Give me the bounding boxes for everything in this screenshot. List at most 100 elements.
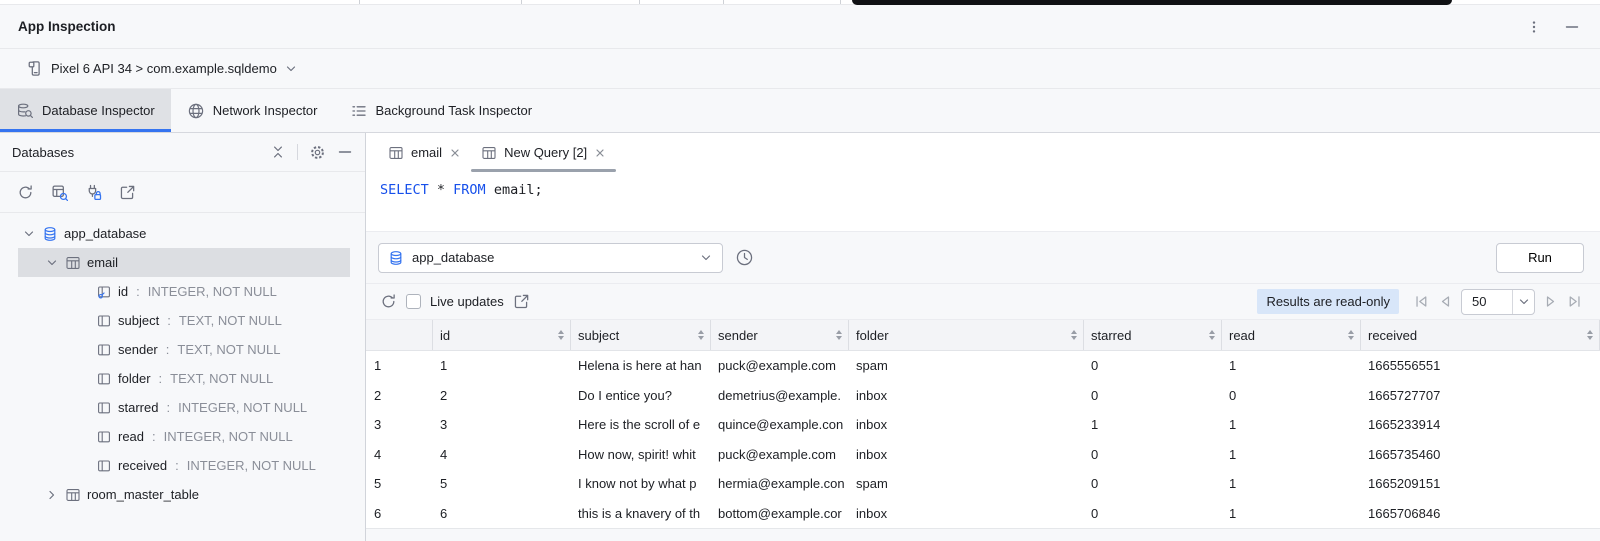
cell-subject[interactable]: Here is the scroll of e <box>571 417 711 432</box>
cell-folder[interactable]: inbox <box>849 417 1084 432</box>
tab-email-table[interactable]: email <box>378 133 471 172</box>
table-row[interactable]: 4 4 How now, spirit! whit puck@example.c… <box>366 440 1600 470</box>
cell-sender[interactable]: quince@example.con <box>711 417 849 432</box>
chevron-down-icon[interactable] <box>22 227 36 241</box>
cell-read[interactable]: 1 <box>1222 476 1361 491</box>
sort-icon[interactable] <box>836 330 842 340</box>
page-size-dropdown[interactable]: 50 <box>1461 289 1535 315</box>
table-search-icon[interactable] <box>51 184 68 201</box>
tree-node-column[interactable]: id : INTEGER, NOT NULL <box>0 277 365 306</box>
column-header-sender[interactable]: sender <box>711 320 849 350</box>
horizontal-scrollbar[interactable] <box>366 528 1600 541</box>
sort-icon[interactable] <box>558 330 564 340</box>
run-button[interactable]: Run <box>1496 243 1584 273</box>
cell-starred[interactable]: 0 <box>1084 388 1222 403</box>
cell-received[interactable]: 1665727707 <box>1361 388 1600 403</box>
cell-received[interactable]: 1665556551 <box>1361 358 1600 373</box>
sort-icon[interactable] <box>698 330 704 340</box>
tree-node-column[interactable]: subject : TEXT, NOT NULL <box>0 306 365 335</box>
refresh-icon[interactable] <box>17 184 34 201</box>
device-process-selector[interactable]: Pixel 6 API 34 > com.example.sqldemo <box>0 49 1600 89</box>
tab-new-query[interactable]: New Query [2] <box>471 133 616 172</box>
export-icon[interactable] <box>119 184 136 201</box>
tree-node-column[interactable]: starred : INTEGER, NOT NULL <box>0 393 365 422</box>
cell-id[interactable]: 5 <box>433 476 571 491</box>
cell-folder[interactable]: inbox <box>849 506 1084 521</box>
cell-read[interactable]: 1 <box>1222 417 1361 432</box>
prev-page-icon[interactable] <box>1437 293 1454 310</box>
collapse-all-icon[interactable] <box>270 144 286 160</box>
last-page-icon[interactable] <box>1566 293 1583 310</box>
live-updates-checkbox[interactable] <box>406 294 421 309</box>
tree-node-email-table[interactable]: email <box>18 248 350 277</box>
next-page-icon[interactable] <box>1542 293 1559 310</box>
table-row[interactable]: 5 5 I know not by what p hermia@example.… <box>366 469 1600 499</box>
sort-icon[interactable] <box>1209 330 1215 340</box>
cell-folder[interactable]: spam <box>849 476 1084 491</box>
cell-received[interactable]: 1665735460 <box>1361 447 1600 462</box>
tab-database-inspector[interactable]: Database Inspector <box>0 89 171 132</box>
cell-subject[interactable]: Do I entice you? <box>571 388 711 403</box>
close-icon[interactable] <box>594 147 606 159</box>
cell-sender[interactable]: hermia@example.con <box>711 476 849 491</box>
cell-subject[interactable]: How now, spirit! whit <box>571 447 711 462</box>
table-row[interactable]: 1 1 Helena is here at han puck@example.c… <box>366 351 1600 381</box>
column-header-id[interactable]: id <box>433 320 571 350</box>
cell-sender[interactable]: demetrius@example. <box>711 388 849 403</box>
cell-id[interactable]: 1 <box>433 358 571 373</box>
cell-folder[interactable]: inbox <box>849 388 1084 403</box>
close-icon[interactable] <box>449 147 461 159</box>
cell-folder[interactable]: inbox <box>849 447 1084 462</box>
cell-starred[interactable]: 0 <box>1084 447 1222 462</box>
tab-network-inspector[interactable]: Network Inspector <box>171 89 334 132</box>
table-row[interactable]: 3 3 Here is the scroll of e quince@examp… <box>366 410 1600 440</box>
sort-icon[interactable] <box>1071 330 1077 340</box>
hide-icon[interactable] <box>1564 19 1580 35</box>
tab-background-task-inspector[interactable]: Background Task Inspector <box>334 89 549 132</box>
cell-subject[interactable]: this is a knavery of th <box>571 506 711 521</box>
tree-node-column[interactable]: sender : TEXT, NOT NULL <box>0 335 365 364</box>
sql-editor[interactable]: SELECT * FROM email; <box>366 172 1600 232</box>
hide-panel-icon[interactable] <box>337 144 353 160</box>
column-header-starred[interactable]: starred <box>1084 320 1222 350</box>
column-header-subject[interactable]: subject <box>571 320 711 350</box>
refresh-icon[interactable] <box>380 293 397 310</box>
cell-read[interactable]: 1 <box>1222 358 1361 373</box>
cell-sender[interactable]: puck@example.com <box>711 358 849 373</box>
export-icon[interactable] <box>513 293 530 310</box>
cell-id[interactable]: 3 <box>433 417 571 432</box>
cell-sender[interactable]: puck@example.com <box>711 447 849 462</box>
cell-subject[interactable]: Helena is here at han <box>571 358 711 373</box>
cell-received[interactable]: 1665706846 <box>1361 506 1600 521</box>
cell-starred[interactable]: 0 <box>1084 476 1222 491</box>
chevron-right-icon[interactable] <box>45 488 59 502</box>
cell-received[interactable]: 1665209151 <box>1361 476 1600 491</box>
database-selector-dropdown[interactable]: app_database <box>378 243 723 273</box>
cell-sender[interactable]: bottom@example.cor <box>711 506 849 521</box>
cell-starred[interactable]: 0 <box>1084 358 1222 373</box>
tree-node-app-database[interactable]: app_database <box>0 219 365 248</box>
chevron-down-icon[interactable] <box>45 256 59 270</box>
tree-node-room-master-table[interactable]: room_master_table <box>0 480 365 509</box>
sort-icon[interactable] <box>1587 330 1593 340</box>
cell-starred[interactable]: 0 <box>1084 506 1222 521</box>
table-row[interactable]: 2 2 Do I entice you? demetrius@example. … <box>366 381 1600 411</box>
cell-folder[interactable]: spam <box>849 358 1084 373</box>
table-row[interactable]: 6 6 this is a knavery of th bottom@examp… <box>366 499 1600 529</box>
query-history-clock-icon[interactable] <box>735 248 754 267</box>
cell-read[interactable]: 1 <box>1222 447 1361 462</box>
cell-id[interactable]: 2 <box>433 388 571 403</box>
column-header-received[interactable]: received <box>1361 320 1600 350</box>
keep-connection-lock-icon[interactable] <box>85 184 102 201</box>
column-header-read[interactable]: read <box>1222 320 1361 350</box>
cell-subject[interactable]: I know not by what p <box>571 476 711 491</box>
tree-node-column[interactable]: received : INTEGER, NOT NULL <box>0 451 365 480</box>
cell-id[interactable]: 6 <box>433 506 571 521</box>
kebab-menu-icon[interactable] <box>1526 19 1542 35</box>
cell-starred[interactable]: 1 <box>1084 417 1222 432</box>
sort-icon[interactable] <box>1348 330 1354 340</box>
cell-read[interactable]: 0 <box>1222 388 1361 403</box>
first-page-icon[interactable] <box>1413 293 1430 310</box>
cell-received[interactable]: 1665233914 <box>1361 417 1600 432</box>
cell-id[interactable]: 4 <box>433 447 571 462</box>
